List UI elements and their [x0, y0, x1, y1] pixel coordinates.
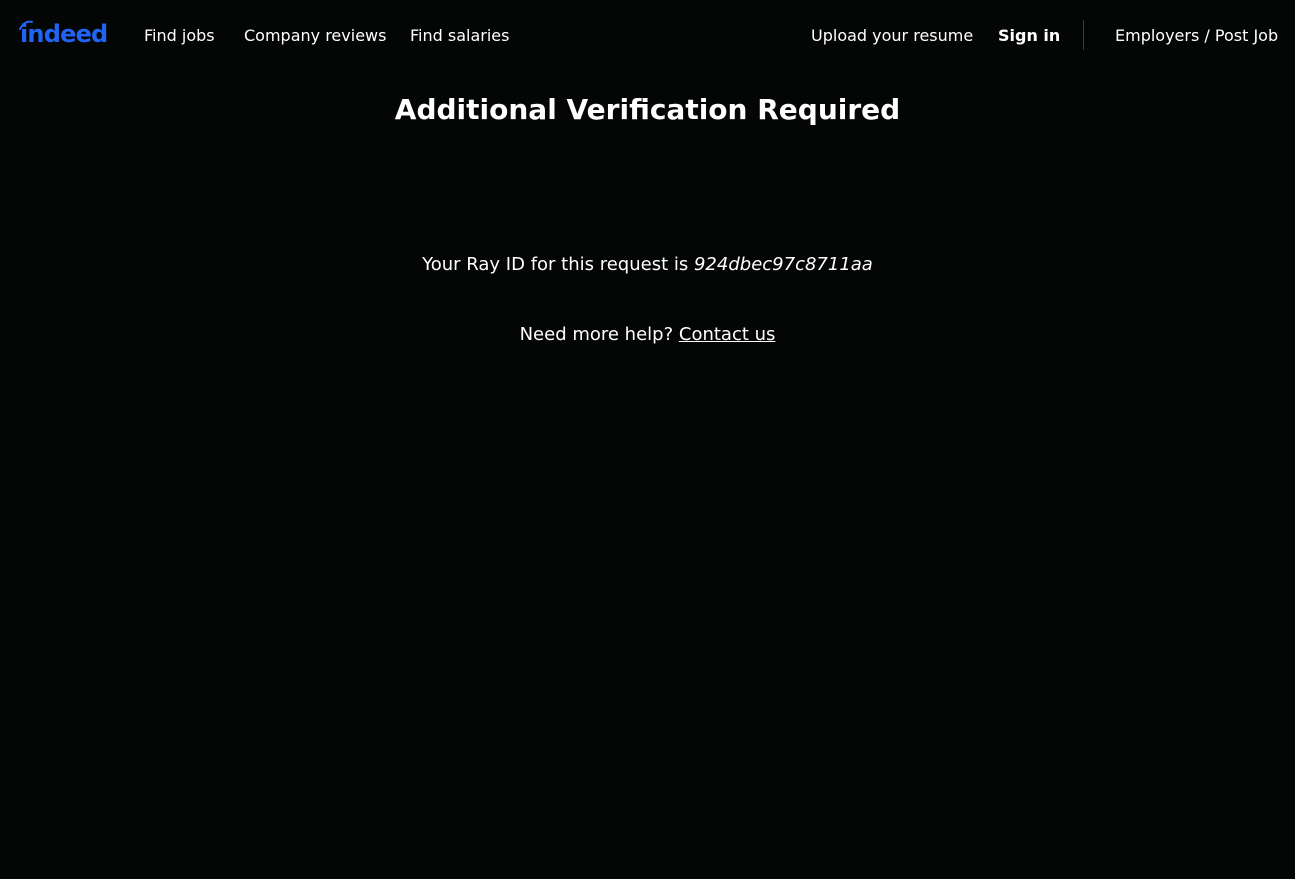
- logo-arc-icon: [19, 20, 33, 30]
- help-message: Need more help? Contact us: [0, 323, 1295, 347]
- sign-in-link[interactable]: Sign in: [998, 24, 1060, 48]
- find-salaries-link[interactable]: Find salaries: [410, 24, 509, 48]
- help-prefix: Need more help?: [519, 324, 679, 345]
- logo-text: indeed: [20, 20, 108, 48]
- indeed-logo[interactable]: indeed: [19, 17, 108, 51]
- upload-resume-link[interactable]: Upload your resume: [811, 24, 973, 48]
- ray-id-value: 924dbec97c8711aa: [693, 254, 873, 275]
- contact-us-link[interactable]: Contact us: [679, 324, 776, 345]
- employers-post-job-link[interactable]: Employers / Post Job: [1115, 24, 1278, 48]
- find-jobs-link[interactable]: Find jobs: [144, 24, 215, 48]
- company-reviews-link[interactable]: Company reviews: [244, 24, 386, 48]
- ray-id-prefix: Your Ray ID for this request is: [422, 254, 694, 275]
- ray-id-message: Your Ray ID for this request is 924dbec9…: [0, 253, 1295, 277]
- nav-divider: [1083, 20, 1084, 50]
- top-navigation-bar: indeed Find jobs Company reviews Find sa…: [0, 0, 1295, 72]
- page-title: Additional Verification Required: [394, 93, 901, 126]
